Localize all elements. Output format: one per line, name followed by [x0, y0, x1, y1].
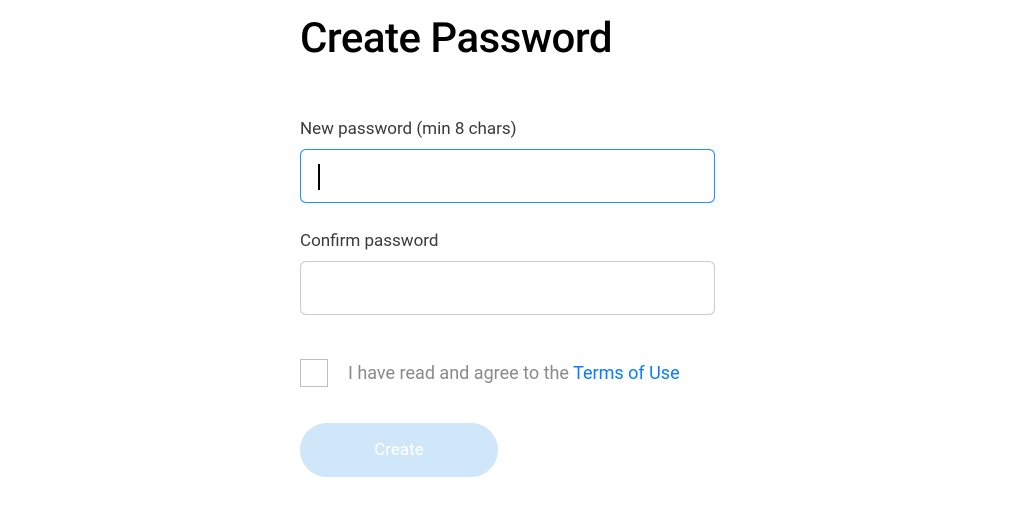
terms-of-use-link[interactable]: Terms of Use	[573, 363, 680, 384]
confirm-password-label: Confirm password	[300, 231, 720, 251]
consent-row: I have read and agree to the Terms of Us…	[300, 359, 720, 387]
create-button-label: Create	[374, 440, 424, 460]
consent-text: I have read and agree to the Terms of Us…	[348, 363, 680, 384]
consent-text-prefix: I have read and agree to the	[348, 363, 573, 384]
text-cursor	[318, 164, 320, 190]
create-password-form: Create Password New password (min 8 char…	[300, 14, 720, 477]
new-password-group: New password (min 8 chars)	[300, 119, 720, 203]
new-password-label: New password (min 8 chars)	[300, 119, 720, 139]
new-password-input[interactable]	[300, 149, 715, 203]
confirm-password-group: Confirm password	[300, 231, 720, 315]
page-title: Create Password	[300, 14, 720, 63]
create-button[interactable]: Create	[300, 423, 498, 477]
confirm-password-input[interactable]	[300, 261, 715, 315]
terms-checkbox[interactable]	[300, 359, 328, 387]
